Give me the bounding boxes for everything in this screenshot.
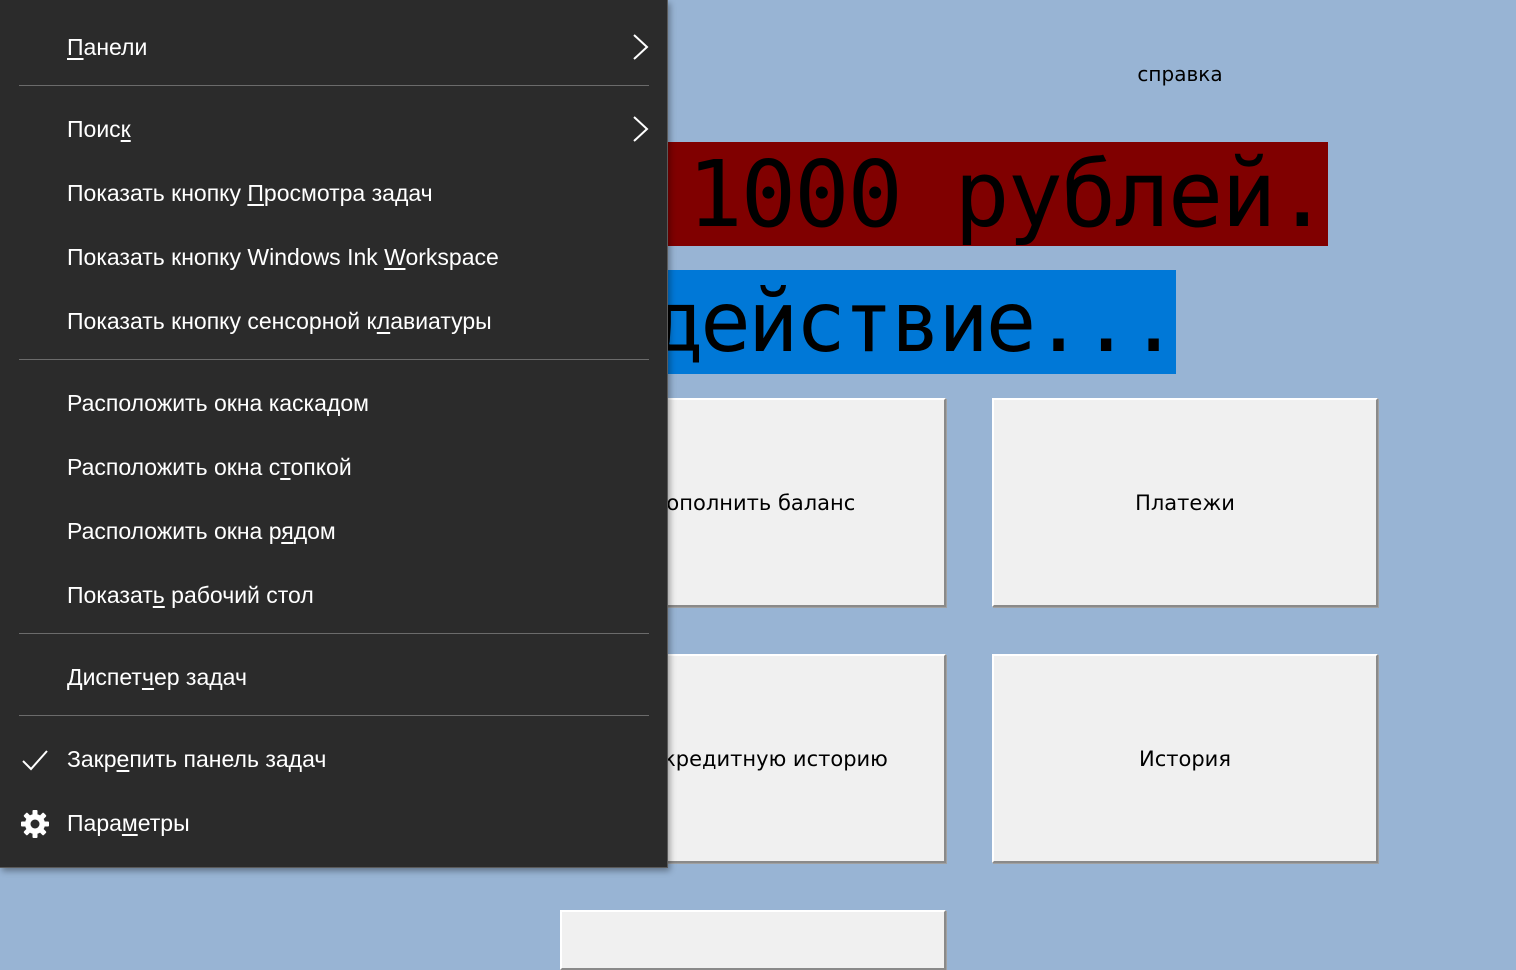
menu-item-lock-taskbar[interactable]: Закрепить панель задач <box>0 727 667 791</box>
menu-item-label: Параметры <box>67 810 190 836</box>
menu-item-show-desktop[interactable]: Показать рабочий стол <box>0 563 667 627</box>
menu-item-show-touch-keyboard[interactable]: Показать кнопку сенсорной клавиатуры <box>0 289 667 353</box>
payments-button[interactable]: Платежи <box>992 398 1378 607</box>
chevron-right-icon <box>633 34 649 60</box>
menu-item-settings[interactable]: Параметры <box>0 791 667 855</box>
help-link[interactable]: справка <box>1120 62 1240 86</box>
menu-item-label: Панели <box>67 34 148 60</box>
menu-item-show-ink-workspace[interactable]: Показать кнопку Windows Ink Workspace <box>0 225 667 289</box>
taskbar-context-menu: Панели Поиск Показать кнопку Просмотра з… <box>0 0 668 868</box>
history-button[interactable]: История <box>992 654 1378 863</box>
menu-item-side-by-side[interactable]: Расположить окна рядом <box>0 499 667 563</box>
balance-text: ету: 1000 рублей. <box>560 142 1328 246</box>
menu-separator <box>19 715 649 716</box>
menu-separator <box>19 359 649 360</box>
menu-separator <box>19 633 649 634</box>
menu-item-label: Показать кнопку сенсорной клавиатуры <box>67 308 492 334</box>
menu-item-label: Показать кнопку Windows Ink Workspace <box>67 244 499 270</box>
gear-icon <box>21 810 49 838</box>
menu-item-task-manager[interactable]: Диспетчер задач <box>0 645 667 709</box>
chevron-right-icon <box>633 116 649 142</box>
menu-item-label: Диспетчер задач <box>67 664 247 690</box>
menu-item-toolbars[interactable]: Панели <box>0 15 667 79</box>
menu-item-label: Расположить окна каскадом <box>67 390 369 416</box>
menu-item-label: Показать рабочий стол <box>67 582 314 608</box>
extra-button[interactable] <box>560 910 946 970</box>
menu-item-show-task-view[interactable]: Показать кнопку Просмотра задач <box>0 161 667 225</box>
menu-item-label: Поиск <box>67 116 131 142</box>
menu-item-stack-windows[interactable]: Расположить окна стопкой <box>0 435 667 499</box>
menu-item-cascade-windows[interactable]: Расположить окна каскадом <box>0 371 667 435</box>
menu-item-label: Расположить окна стопкой <box>67 454 352 480</box>
menu-item-label: Расположить окна рядом <box>67 518 336 544</box>
menu-item-label: Закрепить панель задач <box>67 746 327 772</box>
menu-separator <box>19 85 649 86</box>
check-icon <box>22 750 48 771</box>
menu-item-search[interactable]: Поиск <box>0 97 667 161</box>
menu-item-label: Показать кнопку Просмотра задач <box>67 180 433 206</box>
balance-banner: ету: 1000 рублей. <box>560 142 1328 246</box>
